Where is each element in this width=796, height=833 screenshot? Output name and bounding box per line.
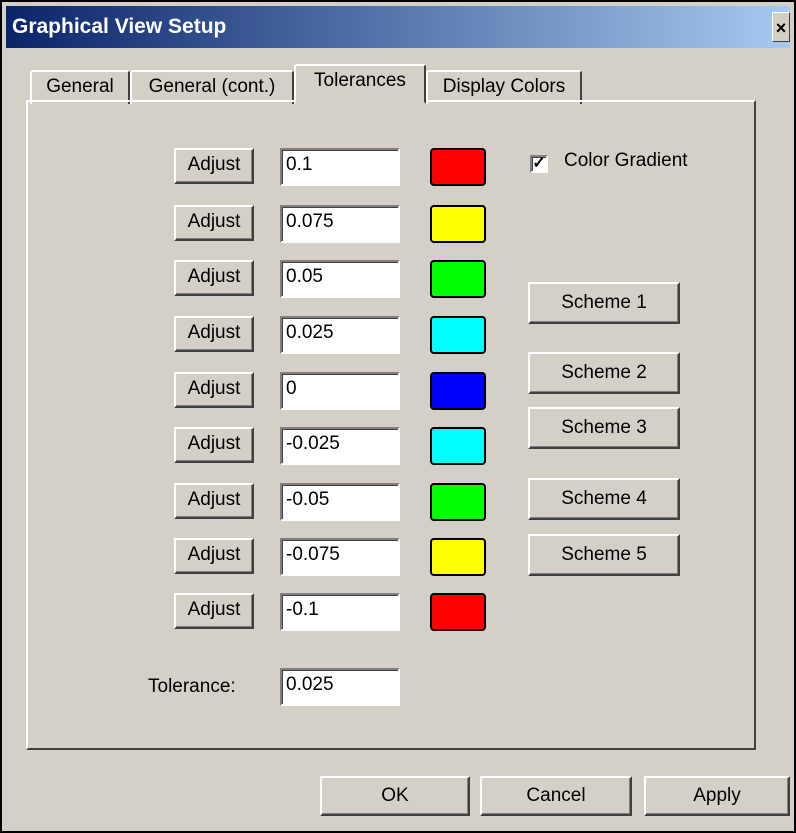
tab-tolerances-label: Tolerances <box>314 70 406 91</box>
tab-display-colors[interactable]: Display Colors <box>426 70 582 104</box>
tab-general-label: General <box>46 76 114 97</box>
close-button[interactable]: × <box>772 12 790 42</box>
apply-button[interactable]: Apply <box>644 776 790 816</box>
title-bar[interactable]: Graphical View Setup × <box>6 6 790 48</box>
close-icon: × <box>775 18 787 38</box>
tolerances-panel <box>26 100 756 750</box>
tab-general-cont[interactable]: General (cont.) <box>130 70 294 104</box>
dialog-window: Graphical View Setup × General General (… <box>0 0 796 833</box>
tab-display-colors-label: Display Colors <box>442 76 566 97</box>
tab-general[interactable]: General <box>30 70 130 104</box>
tab-general-cont-label: General (cont.) <box>148 76 276 97</box>
window-title: Graphical View Setup <box>12 15 227 38</box>
tab-tolerances[interactable]: Tolerances <box>294 64 426 104</box>
cancel-button[interactable]: Cancel <box>480 776 632 816</box>
ok-button[interactable]: OK <box>320 776 470 816</box>
